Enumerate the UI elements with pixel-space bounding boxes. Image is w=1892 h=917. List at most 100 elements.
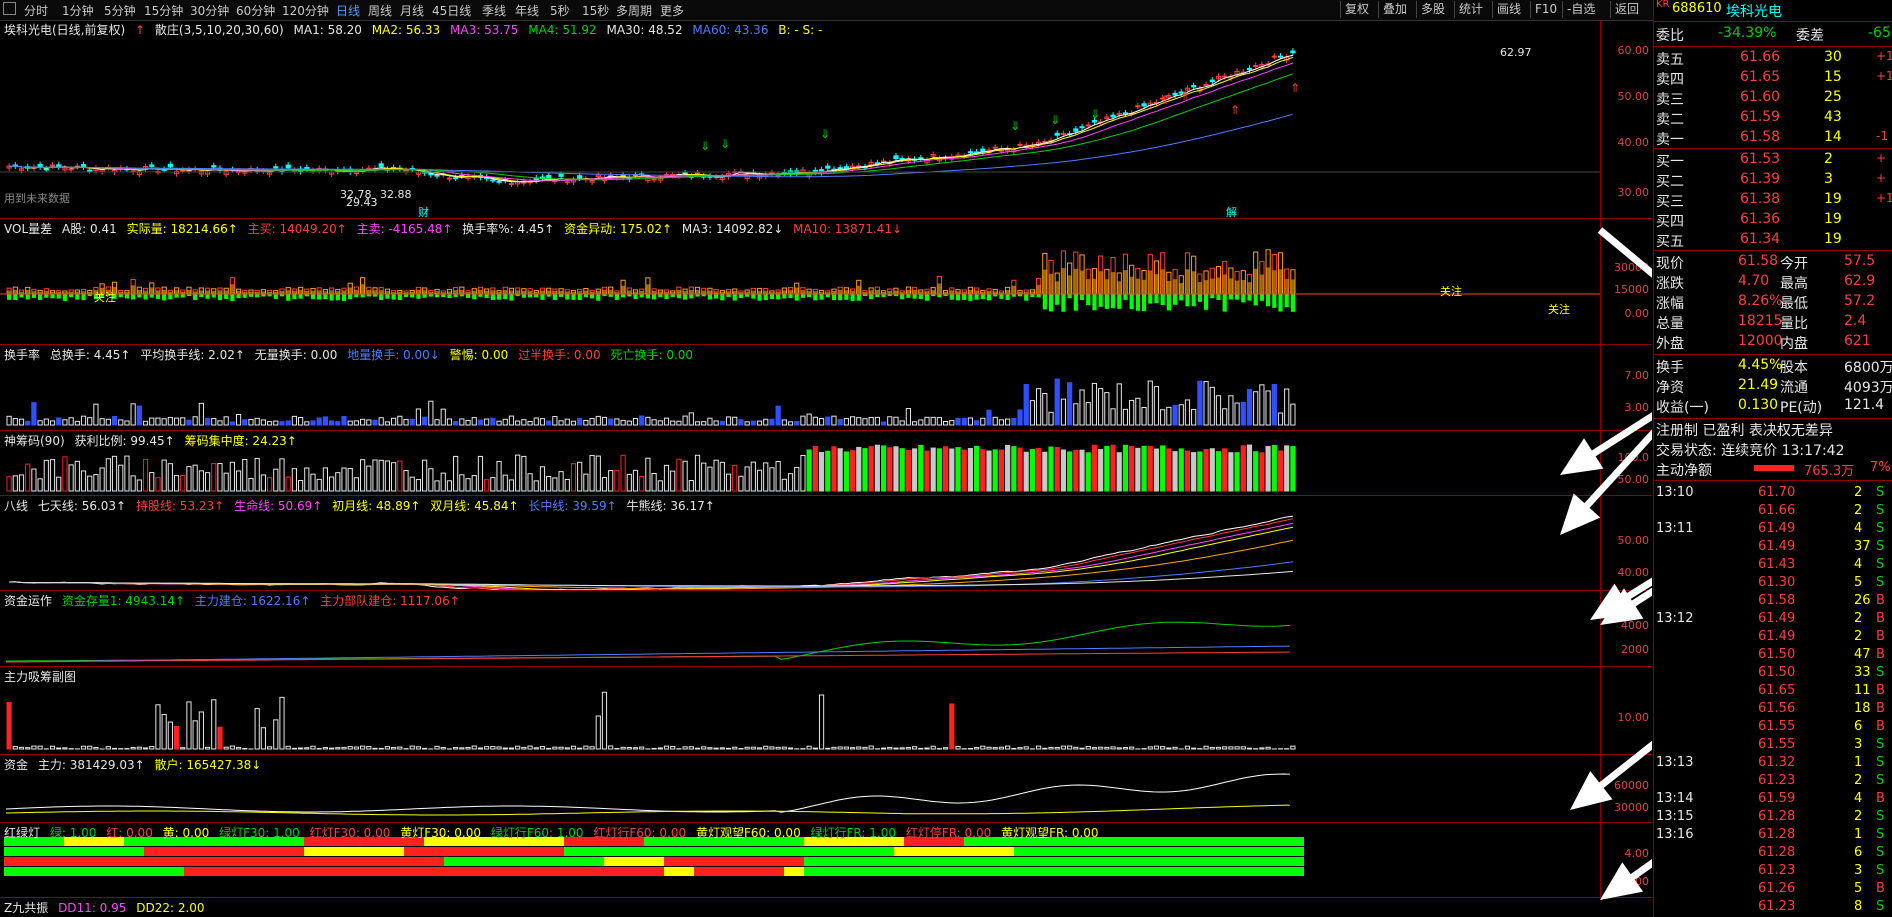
z9-panel[interactable]: Z九共振 DD11: 0.95 DD22: 2.00 (0, 898, 1652, 917)
tab-5min[interactable]: 5分钟 (104, 2, 136, 19)
tab-15min[interactable]: 15分钟 (144, 2, 183, 19)
vol-neg-bar (168, 294, 173, 300)
ask-row[interactable]: 卖五 61.66 30 +1 (1654, 48, 1892, 68)
bid-row[interactable]: 买四 61.36 19 (1654, 210, 1892, 230)
ask-price[interactable]: 61.66 (1740, 49, 1780, 65)
sidebar-header: KR 688610 埃科光电 (1654, 0, 1892, 20)
minimize-icon[interactable] (3, 2, 16, 15)
kline-panel[interactable]: ⇑ ⇑ ⇑ ⇑ ⇓ ⇓ ⇓ ⇓ ⇓ ⇓ 埃科光电(日线,前复权) ↑ 散庄(3,5,10,20,3… (0, 20, 1652, 219)
chip-bar (632, 469, 639, 492)
ask-price[interactable]: 61.65 (1740, 69, 1780, 85)
restore-rights-button[interactable]: 复权 (1340, 1, 1373, 18)
tab-45day[interactable]: 45日线 (432, 2, 471, 19)
net-label: 主动净额 (1656, 463, 1712, 479)
chip-bar (750, 461, 756, 492)
chip-bar (837, 448, 843, 492)
vol-neg-bar (1098, 294, 1103, 307)
bid-row[interactable]: 买三 61.38 19 +1 (1654, 190, 1892, 210)
tab-more[interactable]: 更多 (660, 2, 684, 19)
vol-neg-bar (794, 294, 799, 301)
tab-monthly[interactable]: 月线 (400, 2, 424, 19)
tick-side: B (1876, 881, 1885, 896)
ask-row[interactable]: 卖一 61.58 14 -1 (1654, 128, 1892, 148)
vol-bar-inner (1148, 270, 1153, 294)
ask-row[interactable]: 卖四 61.65 15 +1 (1654, 68, 1892, 88)
chip-bar (124, 455, 130, 492)
tick-label: 30.00 (1617, 186, 1650, 199)
fund-panel[interactable]: 资金运作 资金存量1: 4943.14↑ 主力建仓: 1622.16↑ 主力部队… (0, 591, 1652, 667)
bid-price[interactable]: 61.36 (1740, 211, 1780, 227)
candle-body (1172, 92, 1178, 96)
tab-5sec[interactable]: 5秒 (550, 2, 570, 19)
tab-quarter[interactable]: 季线 (482, 2, 506, 19)
tab-year[interactable]: 年线 (515, 2, 539, 19)
tab-30min[interactable]: 30分钟 (190, 2, 229, 19)
bid-price[interactable]: 61.53 (1740, 151, 1780, 167)
absorb-bar (80, 745, 87, 750)
chip-bar (1060, 449, 1067, 492)
chip-bar (465, 478, 471, 492)
bid-price[interactable]: 61.38 (1740, 191, 1780, 207)
absorb-bar (620, 746, 626, 750)
chart-area[interactable]: ⇑ ⇑ ⇑ ⇑ ⇓ ⇓ ⇓ ⇓ ⇓ ⇓ 埃科光电(日线,前复权) ↑ 散庄(3,5,10,20,3… (0, 20, 1652, 917)
absorb-bar (149, 746, 155, 750)
bid-price[interactable]: 61.34 (1740, 231, 1780, 247)
vol-neg-bar (1148, 294, 1153, 304)
tab-15sec[interactable]: 15秒 (582, 2, 609, 19)
stats-button[interactable]: 统计 (1454, 1, 1487, 18)
fund-item: 主力建仓: 1622.16↑ (194, 594, 311, 608)
chip-panel[interactable]: 神筹码(90) 获利比例: 99.45↑ 筹码集中度: 24.23↑ 100.0… (0, 431, 1652, 496)
absorb-bar (25, 747, 31, 750)
tab-weekly[interactable]: 周线 (368, 2, 392, 19)
vol-neg-bar (81, 294, 86, 301)
tab-60min[interactable]: 60分钟 (236, 2, 275, 19)
sell-arrow-icon: ⇑ (1230, 103, 1240, 117)
bid-row[interactable]: 买五 61.34 19 (1654, 230, 1892, 250)
tab-120min[interactable]: 120分钟 (282, 2, 329, 19)
multi-stock-button[interactable]: 多股 (1416, 1, 1449, 18)
vol-neg-bar (1005, 294, 1010, 301)
net-pct: 7% (1870, 460, 1891, 475)
chip-bar (180, 474, 186, 492)
add-watchlist-button[interactable]: -自选 (1562, 1, 1599, 18)
back-button[interactable]: 返回 (1610, 1, 1643, 18)
ask-price[interactable]: 61.59 (1740, 109, 1780, 125)
f10-button[interactable]: F10 (1530, 1, 1561, 18)
vol-bar-inner (695, 290, 700, 294)
tick-row: 13:14 61.59 4 B (1654, 790, 1892, 809)
overlay-button[interactable]: 叠加 (1378, 1, 1411, 18)
ask-row[interactable]: 卖三 61.60 25 (1654, 88, 1892, 108)
turnover-bar (1011, 417, 1017, 426)
tick-volume: 4 (1854, 791, 1863, 806)
vol-bar-inner (602, 289, 607, 294)
absorb-bar (707, 747, 713, 750)
turnover-panel[interactable]: 换手率 总换手: 4.45↑ 平均换手线: 2.02↑ 无量换手: 0.00 地… (0, 345, 1652, 431)
chip-bar (297, 480, 304, 492)
tick-row: 61.23 2 S (1654, 772, 1892, 791)
traffic-light-panel[interactable]: 红绿灯 绿: 1.00 红: 0.00 黄: 0.00 绿灯F30: 1.00 … (0, 823, 1652, 898)
bid-row[interactable]: 买一 61.53 2 + (1654, 150, 1892, 170)
buy-arrow-icon: ⇓ (1010, 119, 1020, 133)
ask-price[interactable]: 61.60 (1740, 89, 1780, 105)
tab-daily[interactable]: 日线 (336, 2, 360, 19)
tab-fenshi[interactable]: 分时 (24, 2, 48, 19)
vol-panel[interactable]: VOL量差 A股: 0.41 实际量: 18214.66↑ 主买: 14049.… (0, 219, 1652, 345)
ask-price[interactable]: 61.58 (1740, 129, 1780, 145)
vol-bar-inner (329, 290, 334, 294)
capital-panel[interactable]: 资金 主力: 381429.03↑ 散户: 165427.38↓ 60000 3… (0, 755, 1652, 823)
tick-row: 61.56 18 B (1654, 700, 1892, 719)
turnover-bar (552, 416, 558, 426)
chip-bar (880, 445, 887, 492)
absorb-panel[interactable]: 主力吸筹副图 10.00 (0, 667, 1652, 755)
tick-side: B (1876, 719, 1885, 734)
bid-row[interactable]: 买二 61.39 3 + (1654, 170, 1892, 190)
tab-1min[interactable]: 1分钟 (62, 2, 94, 19)
eight-line-panel[interactable]: 八线 七天线: 56.03↑ 持股线: 53.23↑ 生命线: 50.69↑ 初… (0, 496, 1652, 591)
tab-multi-period[interactable]: 多周期 (616, 2, 652, 19)
tick-price: 61.30 (1758, 575, 1796, 590)
bid-price[interactable]: 61.39 (1740, 171, 1780, 187)
chip-bar (533, 480, 539, 492)
chip-bar (539, 466, 546, 492)
draw-line-button[interactable]: 画线 (1492, 1, 1525, 18)
ask-row[interactable]: 卖二 61.59 43 (1654, 108, 1892, 128)
